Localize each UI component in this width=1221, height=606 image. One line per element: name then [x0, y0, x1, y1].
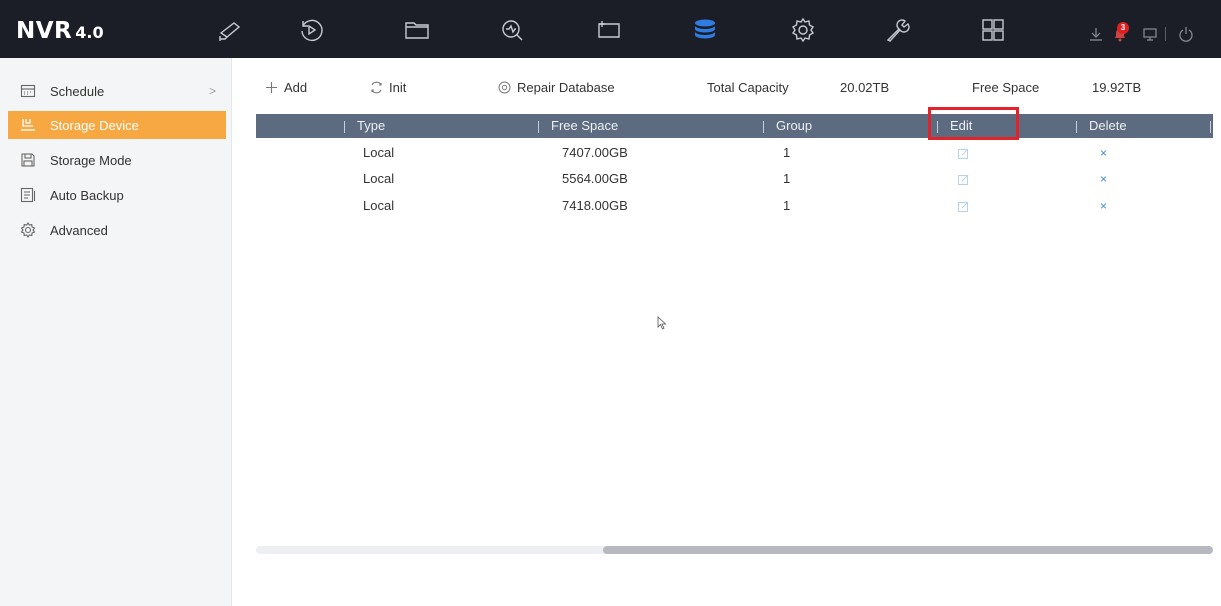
table-header: Type Free Space Group Edit Delete	[256, 114, 1213, 138]
group-cell: 1	[783, 145, 791, 160]
edit-icon[interactable]	[958, 201, 969, 212]
sidebar-item-schedule[interactable]: Schedule >	[8, 77, 226, 105]
sidebar-item-label: Storage Mode	[50, 152, 132, 168]
column-divider	[1210, 114, 1221, 138]
download-icon[interactable]	[1088, 26, 1104, 42]
maintenance-wrench-icon[interactable]	[885, 17, 911, 43]
backup-icon	[20, 187, 36, 203]
repair-database-button[interactable]: Repair Database	[497, 80, 615, 95]
free-space-label: Free Space	[972, 80, 1040, 95]
sidebar	[0, 58, 232, 606]
gear-icon	[20, 222, 36, 238]
init-label: Init	[389, 80, 407, 95]
logo-main: NVR	[16, 18, 73, 44]
total-capacity-label: Total Capacity	[707, 80, 789, 95]
edit-column-highlight	[928, 107, 1019, 140]
logo-version: 4.0	[75, 23, 104, 42]
layout-grid-icon[interactable]	[980, 17, 1006, 43]
sidebar-item-label: Auto Backup	[50, 187, 124, 203]
save-disk-icon	[20, 152, 36, 168]
column-header-type[interactable]: Type	[344, 114, 385, 138]
table-row[interactable]: Local 7407.00GB 1 ×	[256, 141, 1213, 165]
free-space-cell: 7418.00GB	[562, 198, 628, 213]
type-cell: Local	[363, 145, 395, 160]
display-screen-icon[interactable]	[596, 17, 622, 43]
refresh-icon	[369, 80, 384, 95]
storage-device-icon	[20, 117, 36, 133]
repair-database-label: Repair Database	[517, 80, 615, 95]
mouse-cursor-icon	[657, 316, 667, 330]
storage-database-icon[interactable]	[692, 17, 718, 43]
type-cell: Local	[363, 171, 395, 186]
horizontal-scrollbar-thumb[interactable]	[603, 546, 1213, 554]
file-folder-icon[interactable]	[404, 17, 430, 43]
edit-icon[interactable]	[958, 174, 969, 185]
free-space-value: 19.92TB	[1092, 80, 1142, 95]
sidebar-item-label: Storage Device	[50, 117, 139, 133]
sidebar-item-auto-backup[interactable]: Auto Backup	[8, 181, 226, 209]
free-space-cell: 5564.00GB	[562, 171, 628, 186]
column-header-label: Delete	[1089, 118, 1127, 133]
column-header-free-space[interactable]: Free Space	[538, 114, 618, 138]
init-button[interactable]: Init	[369, 80, 406, 95]
toolbar-divider	[1165, 27, 1166, 41]
sidebar-item-storage-device[interactable]: Storage Device	[8, 111, 226, 139]
delete-icon[interactable]: ×	[1100, 167, 1107, 191]
app-logo: NVR 4.0	[16, 18, 104, 44]
free-space-cell: 7407.00GB	[562, 145, 628, 160]
total-capacity-value: 20.02TB	[840, 80, 890, 95]
calendar-icon	[20, 83, 36, 99]
sidebar-item-advanced[interactable]: Advanced	[8, 216, 226, 244]
table-row[interactable]: Local 7418.00GB 1 ×	[256, 194, 1213, 218]
column-header-label: Group	[776, 118, 813, 133]
sidebar-item-label: Schedule	[50, 83, 105, 99]
settings-gear-icon	[497, 80, 512, 95]
smart-analysis-icon[interactable]	[499, 17, 525, 43]
sidebar-item-storage-mode[interactable]: Storage Mode	[8, 146, 226, 174]
top-navigation-bar: NVR 4.0 3	[0, 0, 1221, 58]
column-header-label: Free Space	[551, 118, 619, 133]
playback-icon[interactable]	[298, 17, 324, 43]
add-button[interactable]: Add	[264, 80, 307, 95]
alarm-count-badge: 3	[1117, 22, 1129, 34]
power-icon[interactable]	[1178, 26, 1194, 42]
column-header-group[interactable]: Group	[763, 114, 812, 138]
configuration-gear-icon[interactable]	[790, 17, 816, 43]
type-cell: Local	[363, 198, 395, 213]
plus-icon	[264, 80, 279, 95]
lock-screen-icon[interactable]	[1142, 26, 1158, 42]
sidebar-item-label: Advanced	[50, 222, 108, 238]
delete-icon[interactable]: ×	[1100, 141, 1107, 165]
edit-icon[interactable]	[958, 148, 969, 159]
add-label: Add	[284, 80, 308, 95]
column-header-delete[interactable]: Delete	[1076, 114, 1127, 138]
group-cell: 1	[783, 198, 791, 213]
table-row[interactable]: Local 5564.00GB 1 ×	[256, 167, 1213, 191]
live-view-camera-icon[interactable]	[217, 17, 243, 43]
column-header-label: Type	[357, 118, 386, 133]
chevron-right-icon: >	[208, 84, 216, 98]
delete-icon[interactable]: ×	[1100, 194, 1107, 218]
group-cell: 1	[783, 171, 791, 186]
